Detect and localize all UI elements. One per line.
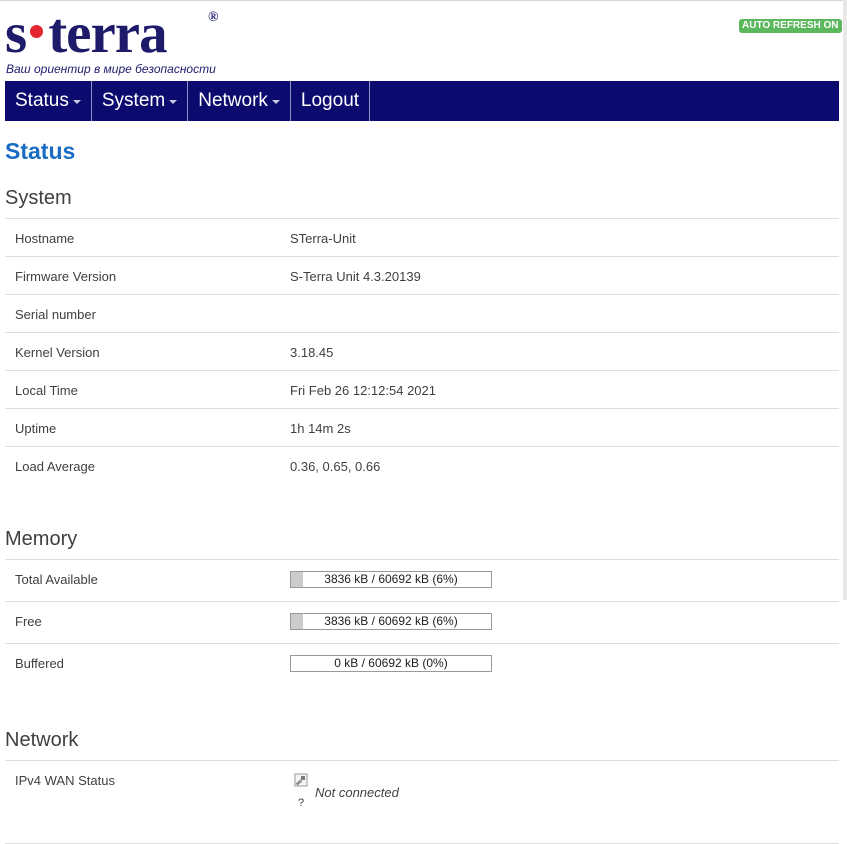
nav-network-label: Network [198,90,268,111]
memory-progress-bar: 3836 kB / 60692 kB (6%) [290,571,492,588]
logo: s terra ® Ваш ориентир в мире безопасност… [5,4,235,78]
main-nav: Status System Network Logout [5,81,839,121]
row-label: Load Average [15,459,95,474]
nav-logout-label: Logout [300,90,360,111]
wan-status-text: Not connected [315,785,399,800]
page-title: Status [5,138,76,164]
nav-status-label: Status [15,90,69,111]
row-label: Serial number [15,307,96,322]
table-row: Local Time Fri Feb 26 12:12:54 2021 [5,370,839,408]
section-title-network: Network [5,729,79,751]
table-row: Load Average 0.36, 0.65, 0.66 [5,446,839,484]
logo-tagline: Ваш ориентир в мире безопасности [6,62,216,76]
nav-network[interactable]: Network [188,81,291,121]
memory-progress-bar: 0 kB / 60692 kB (0%) [290,655,492,672]
memory-progress-bar: 3836 kB / 60692 kB (6%) [290,613,492,630]
row-value: S-Terra Unit 4.3.20139 [290,269,421,284]
table-row: Buffered 0 kB / 60692 kB (0%) [5,643,839,685]
progress-text: 0 kB / 60692 kB (0%) [334,656,448,670]
logo-letter-s: s [5,2,27,65]
row-value: Fri Feb 26 12:12:54 2021 [290,383,436,398]
table-row: Total Available 3836 kB / 60692 kB (6%) [5,559,839,601]
network-port-icon [294,773,308,787]
nav-status[interactable]: Status [5,81,92,121]
system-table: Hostname STerra-Unit Firmware Version S-Te… [5,218,839,484]
network-table: IPv4 WAN Status ? Not connected [5,760,839,844]
nav-system[interactable]: System [92,81,189,121]
table-row: Firmware Version S-Terra Unit 4.3.20139 [5,256,839,294]
progress-fill [291,572,303,587]
row-value: 0.36, 0.65, 0.66 [290,459,381,474]
chevron-down-icon [72,100,81,104]
row-label: IPv4 WAN Status [15,773,115,788]
row-label: Free [15,614,42,629]
auto-refresh-toggle[interactable]: AUTO REFRESH ON [739,19,842,33]
nav-logout[interactable]: Logout [291,81,371,121]
row-label: Total Available [15,572,98,587]
row-label: Hostname [15,231,75,246]
row-value: STerra-Unit [290,231,356,246]
row-label: Buffered [15,656,64,671]
row-label: Kernel Version [15,345,100,360]
chevron-down-icon [169,100,178,104]
progress-text: 3836 kB / 60692 kB (6%) [324,572,458,586]
table-row: Serial number [5,294,839,332]
scrollbar[interactable] [843,0,847,600]
table-row: Hostname STerra-Unit [5,218,839,256]
memory-table: Total Available 3836 kB / 60692 kB (6%) … [5,559,839,685]
progress-text: 3836 kB / 60692 kB (6%) [324,614,458,628]
section-title-memory: Memory [5,528,78,550]
chevron-down-icon [271,100,280,104]
wan-icon-caption: ? [298,797,305,809]
row-value: 3.18.45 [290,345,334,360]
logo-wordmark: s terra [5,2,168,65]
progress-fill [291,614,303,629]
nav-system-label: System [101,90,166,111]
table-row: Uptime 1h 14m 2s [5,408,839,446]
logo-letters-terra: terra [48,2,167,65]
section-title-system: System [5,187,72,209]
logo-red-dot [30,25,44,38]
table-row: IPv4 WAN Status ? Not connected [5,760,839,844]
table-row: Kernel Version 3.18.45 [5,332,839,370]
row-label: Local Time [15,383,78,398]
row-value: 1h 14m 2s [290,421,351,436]
row-label: Uptime [15,421,57,436]
table-row: Free 3836 kB / 60692 kB (6%) [5,601,839,643]
logo-registered-mark: ® [208,10,219,25]
row-label: Firmware Version [15,269,117,284]
